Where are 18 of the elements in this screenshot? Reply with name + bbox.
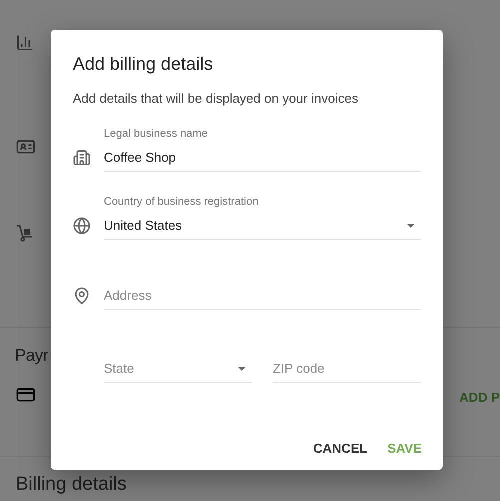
building-icon xyxy=(73,149,91,167)
text-field[interactable]: Address xyxy=(104,282,421,310)
select-field[interactable]: United States xyxy=(104,212,421,240)
section-heading: Billing details xyxy=(16,473,128,497)
text-field[interactable]: Coffee Shop xyxy=(104,144,421,172)
bar-chart-icon xyxy=(16,34,34,52)
caret-icon xyxy=(407,224,415,228)
hand-truck-icon xyxy=(16,224,34,242)
field-label: Legal business name xyxy=(104,127,208,141)
cancel-button[interactable]: CANCEL xyxy=(305,430,376,466)
dialog-title: Add billing details xyxy=(73,53,214,76)
dialog-subtitle: Add details that will be displayed on your invoices xyxy=(73,90,358,108)
location-pin-icon xyxy=(73,287,91,305)
globe-icon xyxy=(73,217,91,235)
field-label: Country of business registration xyxy=(104,195,259,209)
caret-icon xyxy=(238,366,246,370)
text-field[interactable]: ZIP code xyxy=(273,355,421,383)
section-heading: Payr xyxy=(15,345,50,367)
